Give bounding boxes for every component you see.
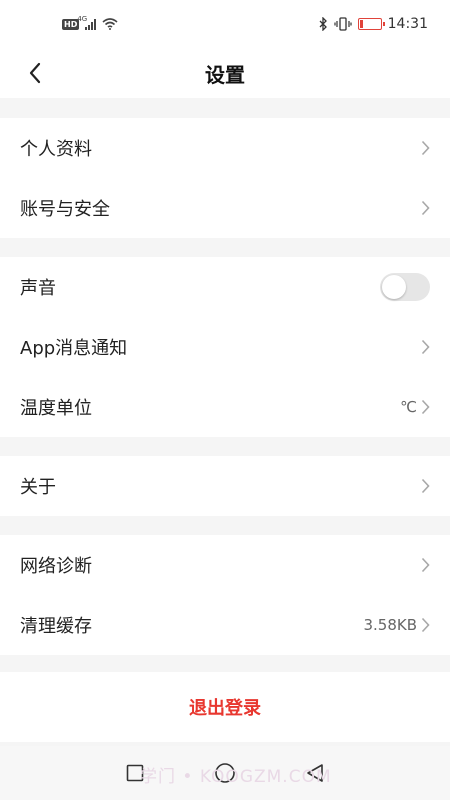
row-label: 网络诊断 [20, 556, 92, 577]
chevron-right-icon [421, 399, 430, 415]
chevron-right-icon [421, 478, 430, 494]
chevron-right-icon [421, 140, 430, 156]
row-label: 声音 [20, 278, 56, 299]
chevron-right-icon [421, 339, 430, 355]
back-nav-button[interactable] [306, 763, 324, 783]
toggle-knob [382, 275, 406, 299]
row-label: 账号与安全 [20, 199, 110, 220]
status-time: 14:31 [387, 16, 428, 32]
cellular-signal-icon: 4G [77, 15, 97, 30]
chevron-left-icon [29, 62, 41, 84]
settings-row-about[interactable]: 关于 [0, 456, 450, 516]
row-label: 清理缓存 [20, 616, 92, 637]
settings-row-sound: 声音 [0, 257, 450, 317]
settings-group-about: 关于 [0, 456, 450, 516]
settings-row-app-notifications[interactable]: App消息通知 [0, 317, 450, 377]
settings-row-account-security[interactable]: 账号与安全 [0, 178, 450, 238]
row-label: 温度单位 [20, 398, 92, 419]
cache-size-value: 3.58KB [363, 616, 417, 634]
battery-icon [357, 18, 385, 30]
settings-row-network-diagnosis[interactable]: 网络诊断 [0, 535, 450, 595]
network-type-label: 4G [77, 15, 88, 23]
logout-button[interactable]: 退出登录 [0, 672, 450, 742]
sound-toggle[interactable] [380, 273, 430, 301]
row-label: App消息通知 [20, 338, 128, 359]
row-label: 关于 [20, 477, 56, 498]
status-left: HD 4G [62, 15, 118, 30]
chevron-right-icon [421, 617, 430, 633]
system-nav-bar [0, 746, 450, 800]
bluetooth-icon [319, 17, 327, 31]
settings-group-profile: 个人资料 账号与安全 [0, 118, 450, 238]
wifi-icon [102, 18, 118, 30]
status-bar: HD 4G 14:31 [0, 0, 450, 48]
recent-apps-button[interactable] [126, 764, 144, 782]
vibrate-icon [334, 17, 352, 31]
settings-row-temperature-unit[interactable]: 温度单位 ℃ [0, 377, 450, 437]
home-button[interactable] [214, 762, 236, 784]
row-label: 个人资料 [20, 139, 92, 160]
circle-icon [215, 763, 235, 783]
temperature-unit-value: ℃ [400, 398, 417, 416]
chevron-right-icon [421, 200, 430, 216]
settings-group-tools: 网络诊断 清理缓存 3.58KB [0, 535, 450, 655]
square-icon [126, 764, 144, 782]
settings-group-preferences: 声音 App消息通知 温度单位 ℃ [0, 257, 450, 437]
chevron-right-icon [421, 557, 430, 573]
nav-header: 设置 [0, 48, 450, 98]
settings-row-profile[interactable]: 个人资料 [0, 118, 450, 178]
logout-label: 退出登录 [189, 698, 261, 719]
status-right: 14:31 [318, 16, 428, 32]
triangle-back-icon [307, 764, 323, 782]
settings-row-clear-cache[interactable]: 清理缓存 3.58KB [0, 595, 450, 655]
back-button[interactable] [18, 56, 52, 90]
page-title: 设置 [205, 63, 245, 87]
